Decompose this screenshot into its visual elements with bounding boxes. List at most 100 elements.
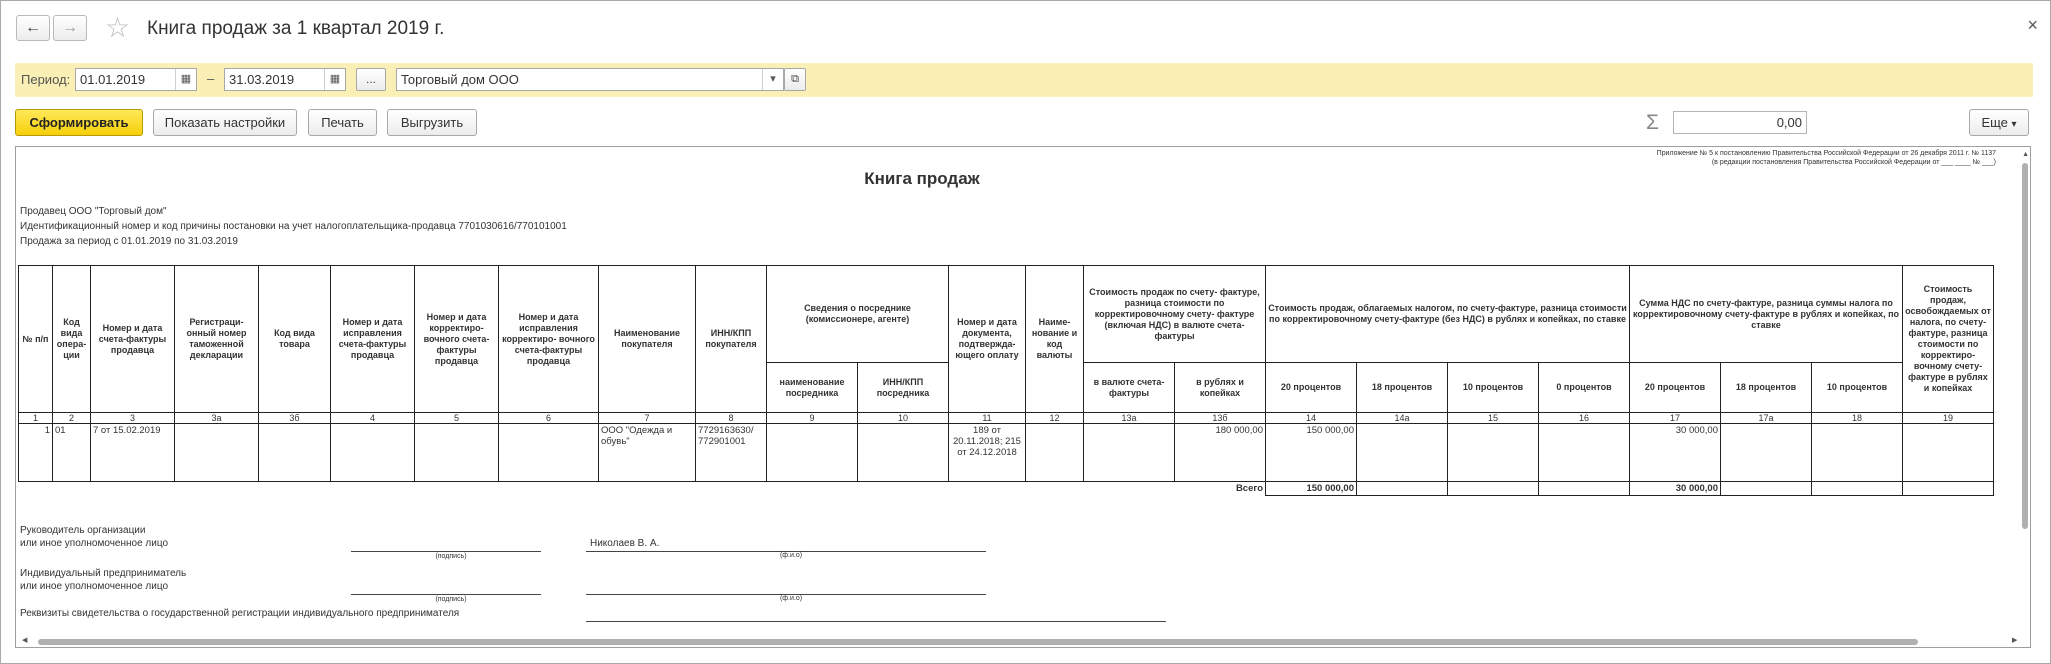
cell-empty[interactable] bbox=[498, 423, 599, 482]
ip-signature-label-1: Индивидуальный предприниматель bbox=[20, 568, 187, 579]
cell-empty[interactable] bbox=[1811, 423, 1903, 482]
report-title: Книга продаж bbox=[864, 169, 980, 188]
cell-empty[interactable] bbox=[1356, 423, 1448, 482]
sales-book-table: № п/п Код вида опера- ции Номер и дата с… bbox=[18, 265, 1994, 496]
cell-empty bbox=[1447, 481, 1539, 496]
column-number: 9 bbox=[766, 412, 858, 424]
horizontal-scrollbar[interactable] bbox=[38, 639, 1918, 645]
generate-button[interactable]: Сформировать bbox=[15, 109, 143, 136]
cell-empty[interactable] bbox=[258, 423, 331, 482]
header-customs-declaration: Регистраци- онный номер таможенной декла… bbox=[174, 265, 259, 413]
period-select-button[interactable]: ... bbox=[356, 68, 386, 91]
appendix-line-2: (в редакции постановления Правительства … bbox=[1711, 159, 1996, 166]
column-numbers-row: 1 2 3 3а 3б 4 5 6 7 8 9 10 11 12 13а 13б bbox=[18, 412, 1994, 424]
cell-empty[interactable] bbox=[766, 423, 858, 482]
column-number: 15 bbox=[1447, 412, 1539, 424]
show-settings-button[interactable]: Показать настройки bbox=[153, 109, 297, 136]
cell-vat-20[interactable]: 30 000,00 bbox=[1629, 423, 1721, 482]
cell-row-number[interactable]: 1 bbox=[18, 423, 53, 482]
export-button[interactable]: Выгрузить bbox=[387, 109, 477, 136]
registration-label: Реквизиты свидетельства о государственно… bbox=[20, 608, 460, 619]
header-invoice-correction: Номер и дата исправления счета-фактуры п… bbox=[330, 265, 415, 413]
column-number: 16 bbox=[1538, 412, 1630, 424]
column-number: 19 bbox=[1902, 412, 1994, 424]
inn-kpp-line: Идентификационный номер и код причины по… bbox=[20, 221, 567, 232]
cell-empty[interactable] bbox=[1720, 423, 1812, 482]
scroll-right-icon[interactable]: ▶ bbox=[2012, 636, 2017, 644]
more-button[interactable]: Еще ▾ bbox=[1969, 109, 2029, 136]
column-number: 18 bbox=[1811, 412, 1903, 424]
column-number: 3б bbox=[258, 412, 331, 424]
open-organization-button[interactable]: ⧉ bbox=[784, 68, 806, 91]
header-base-20: 20 процентов bbox=[1265, 362, 1357, 413]
scroll-up-icon[interactable]: ▲ bbox=[2022, 151, 2029, 158]
header-exempt-value: Стоимость продаж, освобождаемых от налог… bbox=[1902, 265, 1994, 413]
column-number: 6 bbox=[498, 412, 599, 424]
cell-empty[interactable] bbox=[1025, 423, 1084, 482]
calendar-icon[interactable]: ▦ bbox=[324, 69, 345, 90]
column-number: 17а bbox=[1720, 412, 1812, 424]
seller-line: Продавец ООО "Торговый дом" bbox=[20, 206, 167, 217]
scroll-left-icon[interactable]: ◀ bbox=[22, 636, 27, 644]
cell-empty bbox=[1811, 481, 1903, 496]
registration-line bbox=[586, 621, 1166, 622]
favorite-star-icon[interactable]: ☆ bbox=[105, 13, 130, 43]
header-intermediary-name: наименование посредника bbox=[766, 362, 858, 413]
date-from-field[interactable]: 01.01.2019 ▦ bbox=[75, 68, 197, 91]
period-line: Продажа за период с 01.01.2019 по 31.03.… bbox=[20, 236, 238, 247]
table-row[interactable]: 1 01 7 от 15.02.2019 ООО "Одежда и обувь… bbox=[18, 423, 1994, 482]
forward-button[interactable]: → bbox=[53, 15, 87, 41]
cell-payment-document[interactable]: 189 от 20.11.2018; 215 от 24.12.2018 bbox=[948, 423, 1026, 482]
cell-base-20[interactable]: 150 000,00 bbox=[1265, 423, 1357, 482]
date-from-value: 01.01.2019 bbox=[80, 72, 146, 87]
header-adjustment-invoice: Номер и дата корректиро- вочного счета-ф… bbox=[414, 265, 499, 413]
appendix-note: Приложение № 5 к постановлению Правитель… bbox=[1657, 149, 1996, 167]
vertical-scrollbar[interactable] bbox=[2022, 163, 2028, 529]
column-number: 2 bbox=[52, 412, 91, 424]
sigma-icon: Σ bbox=[1646, 111, 1659, 134]
header-vat-18: 18 процентов bbox=[1720, 362, 1812, 413]
header-value-rubles: в рублях и копейках bbox=[1174, 362, 1266, 413]
cell-empty[interactable] bbox=[174, 423, 259, 482]
total-row: Всего 150 000,00 30 000,00 bbox=[18, 481, 1994, 496]
cell-total-rubles[interactable]: 180 000,00 bbox=[1174, 423, 1266, 482]
date-to-field[interactable]: 31.03.2019 ▦ bbox=[224, 68, 346, 91]
appendix-line-1: Приложение № 5 к постановлению Правитель… bbox=[1656, 150, 1996, 157]
cell-empty[interactable] bbox=[1902, 423, 1994, 482]
cell-buyer[interactable]: ООО "Одежда и обувь" bbox=[598, 423, 696, 482]
fio-caption: (ф.и.о) bbox=[779, 595, 803, 602]
fio-caption: (ф.и.о) bbox=[779, 552, 803, 559]
selected-sum-field[interactable]: 0,00 bbox=[1673, 111, 1807, 134]
signature-caption: (подпись) bbox=[435, 596, 467, 603]
close-icon[interactable]: × bbox=[2027, 15, 2038, 36]
header-taxable-value: Стоимость продаж, облагаемых налогом, по… bbox=[1265, 265, 1630, 363]
organization-field[interactable]: Торговый дом ООО ▾ bbox=[396, 68, 784, 91]
signature-line bbox=[351, 551, 541, 552]
column-number: 3а bbox=[174, 412, 259, 424]
cell-empty[interactable] bbox=[1083, 423, 1175, 482]
column-number: 17 bbox=[1629, 412, 1721, 424]
header-intermediary: Сведения о посреднике (комиссионере, аге… bbox=[766, 265, 949, 363]
column-number: 10 bbox=[857, 412, 949, 424]
cell-empty[interactable] bbox=[414, 423, 499, 482]
cell-buyer-inn[interactable]: 7729163630/ 772901001 bbox=[695, 423, 767, 482]
total-base-20[interactable]: 150 000,00 bbox=[1265, 481, 1357, 496]
cell-empty[interactable] bbox=[330, 423, 415, 482]
cell-empty[interactable] bbox=[857, 423, 949, 482]
period-filter-bar: Период: 01.01.2019 ▦ – 31.03.2019 ▦ ... … bbox=[15, 63, 2033, 97]
header-number: № п/п bbox=[18, 265, 53, 413]
total-vat-20[interactable]: 30 000,00 bbox=[1629, 481, 1721, 496]
head-signature-label-2: или иное уполномоченное лицо bbox=[20, 538, 169, 549]
column-number: 12 bbox=[1025, 412, 1084, 424]
print-button[interactable]: Печать bbox=[308, 109, 377, 136]
cell-empty[interactable] bbox=[1447, 423, 1539, 482]
back-button[interactable]: ← bbox=[16, 15, 50, 41]
header-currency: Наиме- нование и код валюты bbox=[1025, 265, 1084, 413]
cell-invoice[interactable]: 7 от 15.02.2019 bbox=[90, 423, 175, 482]
cell-empty[interactable] bbox=[1538, 423, 1630, 482]
ip-signature-label-2: или иное уполномоченное лицо bbox=[20, 581, 169, 592]
calendar-icon[interactable]: ▦ bbox=[175, 69, 196, 90]
dropdown-icon[interactable]: ▾ bbox=[762, 69, 783, 90]
cell-operation-code[interactable]: 01 bbox=[52, 423, 91, 482]
report-area[interactable]: Приложение № 5 к постановлению Правитель… bbox=[15, 146, 2031, 648]
